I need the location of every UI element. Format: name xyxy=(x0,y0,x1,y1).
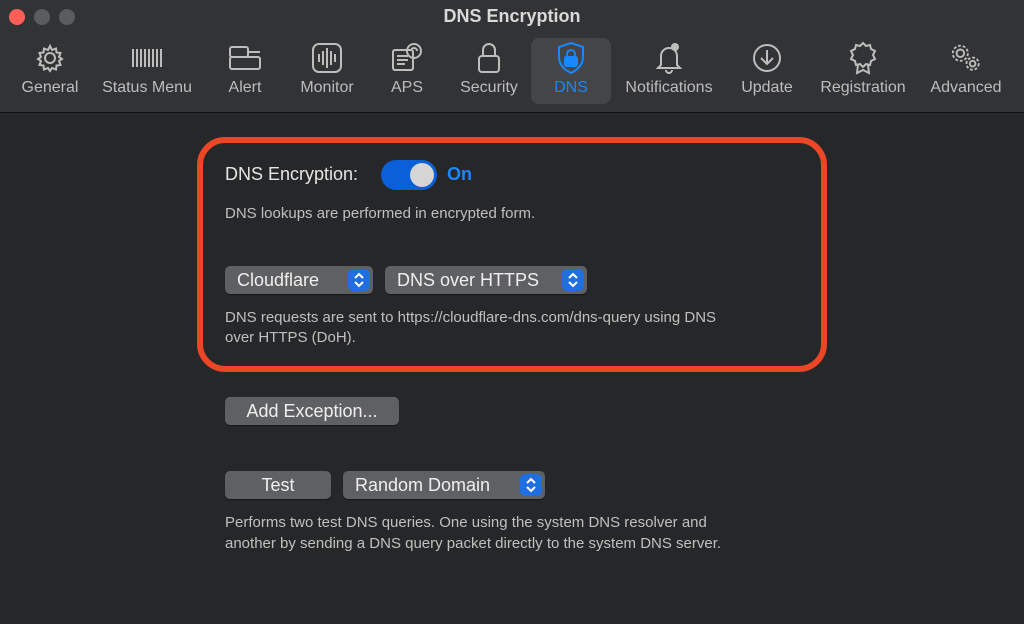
alert-window-icon xyxy=(228,41,262,75)
tab-status-menu-label: Status Menu xyxy=(102,79,192,96)
tab-general-label: General xyxy=(21,79,79,96)
dns-encryption-label: DNS Encryption: xyxy=(225,164,359,184)
tab-monitor-label: Monitor xyxy=(300,79,354,96)
preferences-toolbar: General Status Menu Alert Monitor APS Se… xyxy=(0,38,1024,104)
gears-icon xyxy=(949,41,983,75)
tab-security-label: Security xyxy=(460,79,518,96)
tab-dns[interactable]: DNS xyxy=(531,38,611,104)
test-button[interactable]: Test xyxy=(225,471,331,499)
gear-icon xyxy=(33,41,67,75)
tab-monitor[interactable]: Monitor xyxy=(292,38,362,104)
toggle-knob xyxy=(410,163,434,187)
protocol-select[interactable]: DNS over HTTPS xyxy=(385,266,587,294)
protocol-select-value: DNS over HTTPS xyxy=(397,270,540,290)
chevron-up-down-icon xyxy=(520,474,542,496)
tab-alert-label: Alert xyxy=(228,79,262,96)
shield-lock-icon xyxy=(554,41,588,75)
request-description-line-1: DNS requests are sent to https://cloudfl… xyxy=(225,309,717,326)
bell-icon xyxy=(652,41,686,75)
dns-encryption-toggle[interactable] xyxy=(381,160,437,190)
test-description-line-2: another by sending a DNS query packet di… xyxy=(225,535,722,552)
encryption-description: DNS lookups are performed in encrypted f… xyxy=(225,205,536,222)
test-domain-select[interactable]: Random Domain xyxy=(343,471,545,499)
tab-registration[interactable]: Registration xyxy=(814,38,912,104)
window-titlebar: DNS Encryption General Status Menu Alert… xyxy=(0,0,1024,113)
toggle-state-text: On xyxy=(447,164,472,184)
add-exception-button[interactable]: Add Exception... xyxy=(225,397,399,425)
tab-update[interactable]: Update xyxy=(737,38,797,104)
tab-notifications[interactable]: Notifications xyxy=(619,38,719,104)
window-title: DNS Encryption xyxy=(443,6,581,26)
tab-notifications-label: Notifications xyxy=(625,79,713,96)
tab-aps[interactable]: APS xyxy=(382,38,432,104)
aps-document-icon xyxy=(390,41,424,75)
tab-advanced[interactable]: Advanced xyxy=(926,38,1006,104)
monitor-waveform-icon xyxy=(310,41,344,75)
tab-aps-label: APS xyxy=(390,79,423,96)
tab-dns-label: DNS xyxy=(554,79,588,96)
provider-select-value: Cloudflare xyxy=(237,270,320,290)
tab-registration-label: Registration xyxy=(820,79,906,96)
download-circle-icon xyxy=(750,41,784,75)
tab-status-menu[interactable]: Status Menu xyxy=(96,38,198,104)
tab-update-label: Update xyxy=(741,79,793,96)
tab-security[interactable]: Security xyxy=(452,38,526,104)
tab-advanced-label: Advanced xyxy=(930,79,1002,96)
test-domain-select-value: Random Domain xyxy=(355,475,491,495)
request-description-line-2: over HTTPS (DoH). xyxy=(225,329,356,346)
lock-icon xyxy=(472,41,506,75)
status-menu-icon xyxy=(130,41,164,75)
tab-general[interactable]: General xyxy=(14,38,86,104)
badge-icon xyxy=(846,41,880,75)
chevron-up-down-icon xyxy=(562,269,584,291)
chevron-up-down-icon xyxy=(348,269,370,291)
test-description-line-1: Performs two test DNS queries. One using… xyxy=(225,514,707,531)
provider-select[interactable]: Cloudflare xyxy=(225,266,373,294)
tab-alert[interactable]: Alert xyxy=(218,38,272,104)
